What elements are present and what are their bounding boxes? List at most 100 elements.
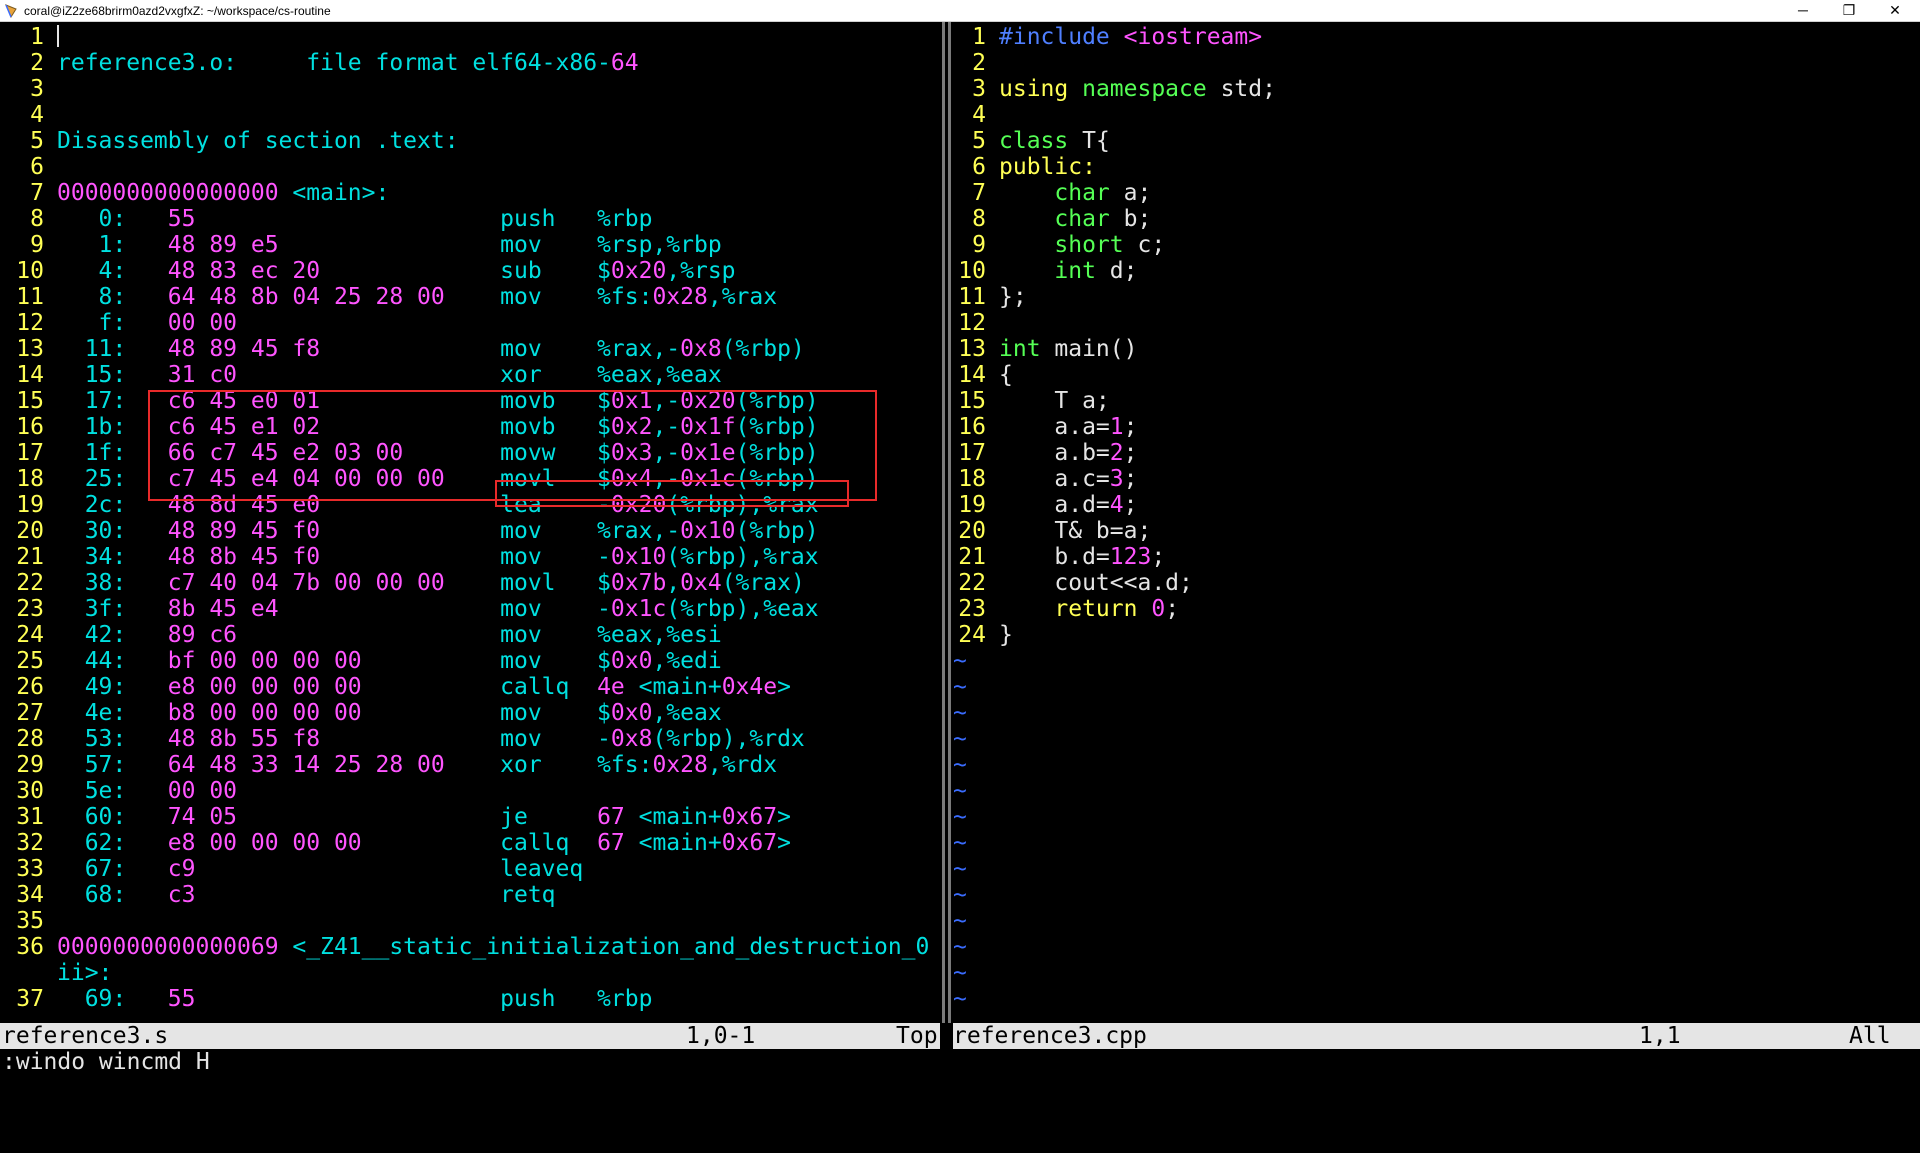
- code-token: push %rbp: [500, 206, 653, 232]
- code-line[interactable]: 13 11: 48 89 45 f8 mov %rax,-0x8(%rbp): [0, 336, 804, 362]
- code-line[interactable]: 16 1b: c6 45 e1 02 movb $0x2,-0x1f(%rbp): [0, 414, 818, 440]
- left-editor-pane[interactable]: 1 2 reference3.o: file format elf64-x86-64…: [0, 22, 940, 1023]
- line-number: 25: [16, 648, 44, 674]
- code-token: 0x1: [610, 388, 653, 414]
- code-token: 4e:: [57, 700, 168, 726]
- code-token: Disassembly of section .text:: [57, 128, 459, 154]
- code-line[interactable]: 12 f: 00 00: [0, 310, 237, 336]
- code-line[interactable]: 6 public:: [953, 154, 1096, 180]
- code-token: 74 05: [167, 804, 501, 830]
- maximize-button[interactable]: ❐: [1826, 0, 1872, 22]
- code-line[interactable]: 13 int main(): [953, 336, 1137, 362]
- code-line[interactable]: 29 57: 64 48 33 14 25 28 00 xor %fs:0x28…: [0, 752, 777, 778]
- line-text: int d;: [999, 258, 1137, 284]
- code-line[interactable]: 9 short c;: [953, 232, 1165, 258]
- code-line[interactable]: 18 25: c7 45 e4 04 00 00 00 movl $0x4,-0…: [0, 466, 818, 492]
- line-text: 5e: 00 00: [57, 778, 237, 804]
- code-line[interactable]: 26 49: e8 00 00 00 00 callq 4e <main+0x4…: [0, 674, 791, 700]
- code-line[interactable]: 23 3f: 8b 45 e4 mov -0x1c(%rbp),%eax: [0, 596, 818, 622]
- code-line[interactable]: 15 T a;: [953, 388, 1109, 414]
- code-line[interactable]: 10 int d;: [953, 258, 1137, 284]
- code-line[interactable]: 31 60: 74 05 je 67 <main+0x67>: [0, 804, 791, 830]
- code-line[interactable]: 3: [0, 76, 57, 102]
- line-text: 0: 55 push %rbp: [57, 206, 653, 232]
- code-token: a.d=: [999, 492, 1110, 518]
- code-line[interactable]: 14 {: [953, 362, 1013, 388]
- code-line[interactable]: 20 30: 48 89 45 f0 mov %rax,-0x10(%rbp): [0, 518, 818, 544]
- code-line[interactable]: 27 4e: b8 00 00 00 00 mov $0x0,%eax: [0, 700, 721, 726]
- line-text: 69: 55 push %rbp: [57, 986, 653, 1012]
- code-token: 0x8: [610, 726, 653, 752]
- code-line[interactable]: 11};: [953, 284, 1026, 310]
- code-line[interactable]: 34 68: c3 retq: [0, 882, 555, 908]
- code-token: 42:: [57, 622, 168, 648]
- code-line[interactable]: 22 38: c7 40 04 7b 00 00 00 movl $0x7b,0…: [0, 570, 805, 596]
- code-line[interactable]: 21 b.d=123;: [953, 544, 1165, 570]
- code-line[interactable]: 20 T& b=a;: [953, 518, 1151, 544]
- code-line[interactable]: 24 42: 89 c6 mov %eax,%esi: [0, 622, 721, 648]
- code-line[interactable]: 5 class T{: [953, 128, 1110, 154]
- code-line[interactable]: 32 62: e8 00 00 00 00 callq 67 <main+0x6…: [0, 830, 791, 856]
- code-token: sub $: [500, 258, 611, 284]
- code-token: callq: [500, 674, 598, 700]
- code-token: <main+: [624, 804, 722, 830]
- code-line[interactable]: ii>:: [0, 960, 112, 986]
- code-line[interactable]: 19 a.d=4;: [953, 492, 1137, 518]
- code-line[interactable]: 1: [0, 24, 57, 50]
- code-line[interactable]: 5 Disassembly of section .text:: [0, 128, 459, 154]
- code-line[interactable]: 4: [0, 102, 57, 128]
- code-line[interactable]: 21 34: 48 8b 45 f0 mov -0x10(%rbp),%rax: [0, 544, 818, 570]
- code-line[interactable]: 10 4: 48 83 ec 20 sub $0x20,%rsp: [0, 258, 736, 284]
- code-token: ,%rsp: [666, 258, 736, 284]
- code-line[interactable]: 33 67: c9 leaveq: [0, 856, 583, 882]
- code-line[interactable]: 35: [0, 908, 57, 934]
- code-line[interactable]: 18 a.c=3;: [953, 466, 1137, 492]
- vertical-split-separator[interactable]: [940, 22, 953, 1023]
- code-token: 49:: [57, 674, 168, 700]
- line-text: 17: c6 45 e0 01 movb $0x1,-0x20(%rbp): [57, 388, 819, 414]
- right-status-line: reference3.cpp 1,1 All: [953, 1023, 1920, 1049]
- code-line[interactable]: 24}: [953, 622, 1013, 648]
- vim-command-line[interactable]: :windo wincmd H: [2, 1049, 210, 1075]
- terminal-area[interactable]: 1 2 reference3.o: file format elf64-x86-64…: [0, 22, 1920, 1080]
- code-line[interactable]: 37 69: 55 push %rbp: [0, 986, 652, 1012]
- minimize-button[interactable]: ─: [1780, 0, 1826, 22]
- empty-line-tilde: ~: [953, 726, 967, 752]
- code-line[interactable]: 19 2c: 48 8d 45 e0 lea -0x20(%rbp),%rax: [0, 492, 818, 518]
- code-line[interactable]: 22 cout<<a.d;: [953, 570, 1193, 596]
- code-line[interactable]: 15 17: c6 45 e0 01 movb $0x1,-0x20(%rbp): [0, 388, 819, 414]
- code-token: 0x4: [610, 466, 653, 492]
- code-line[interactable]: 7 0000000000000000 <main>:: [0, 180, 389, 206]
- code-line[interactable]: 23 return 0;: [953, 596, 1179, 622]
- code-line[interactable]: 12: [953, 310, 999, 336]
- code-line[interactable]: 17 1f: 66 c7 45 e2 03 00 movw $0x3,-0x1e…: [0, 440, 818, 466]
- code-token: reference3.o: file format elf64-x86-: [57, 50, 611, 76]
- line-number: 5: [30, 128, 44, 154]
- code-line[interactable]: 11 8: 64 48 8b 04 25 28 00 mov %fs:0x28,…: [0, 284, 777, 310]
- code-line[interactable]: 30 5e: 00 00: [0, 778, 237, 804]
- code-line[interactable]: 6: [0, 154, 57, 180]
- right-editor-pane[interactable]: 1 #include <iostream> 2 3 using namespace st…: [953, 22, 1920, 1023]
- code-line[interactable]: 8 char b;: [953, 206, 1151, 232]
- code-line[interactable]: 28 53: 48 8b 55 f8 mov -0x8(%rbp),%rdx: [0, 726, 804, 752]
- line-number: 8: [972, 206, 986, 232]
- code-token: >: [777, 804, 791, 830]
- code-line[interactable]: 36 0000000000000069 <_Z41__static_initial…: [0, 934, 929, 960]
- code-line[interactable]: 17 a.b=2;: [953, 440, 1137, 466]
- code-line[interactable]: 2 reference3.o: file format elf64-x86-64: [0, 50, 638, 76]
- code-line[interactable]: 25 44: bf 00 00 00 00 mov $0x0,%edi: [0, 648, 721, 674]
- code-line[interactable]: 1 #include <iostream>: [953, 24, 1262, 50]
- code-line[interactable]: 3 using namespace std;: [953, 76, 1276, 102]
- code-token: b.d=: [999, 544, 1110, 570]
- code-line[interactable]: 16 a.a=1;: [953, 414, 1137, 440]
- line-number: 6: [30, 154, 44, 180]
- code-line[interactable]: 2: [953, 50, 999, 76]
- code-line[interactable]: 7 char a;: [953, 180, 1151, 206]
- code-line[interactable]: 4: [953, 102, 999, 128]
- code-line[interactable]: 8 0: 55 push %rbp: [0, 206, 652, 232]
- window-titlebar[interactable]: coral@iZ2ze68brirm0azd2vxgfxZ: ~/workspa…: [0, 0, 1920, 22]
- code-line[interactable]: 9 1: 48 89 e5 mov %rsp,%rbp: [0, 232, 722, 258]
- code-line[interactable]: 14 15: 31 c0 xor %eax,%eax: [0, 362, 721, 388]
- line-number: 16: [958, 414, 986, 440]
- close-button[interactable]: ✕: [1872, 0, 1918, 22]
